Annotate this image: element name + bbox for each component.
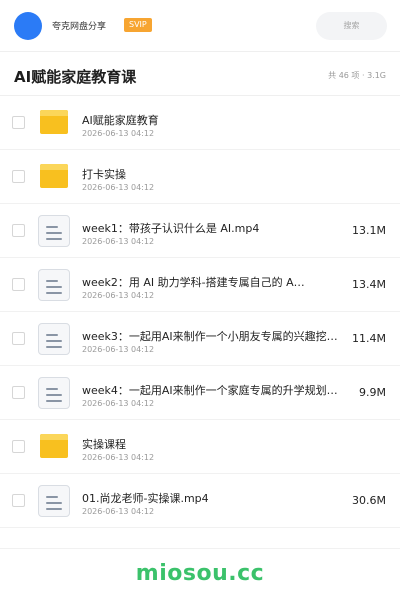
select-checkbox[interactable] <box>12 278 25 291</box>
item-size: 11.4M <box>352 332 386 345</box>
folder-icon <box>38 161 70 193</box>
avatar[interactable] <box>14 12 42 40</box>
select-checkbox[interactable] <box>12 170 25 183</box>
item-name[interactable]: week4：一起用AI来制作一个家庭专属的升学规划… <box>82 382 338 398</box>
item-date: 2026-06-13 04:12 <box>82 345 155 354</box>
page-title: AI赋能家庭教育课 <box>14 68 137 86</box>
list-item[interactable]: 实操课程 2026-06-13 04:12 <box>0 420 400 474</box>
item-size: 13.4M <box>352 278 386 291</box>
select-checkbox[interactable] <box>12 116 25 129</box>
item-name[interactable]: 打卡实操 <box>82 166 338 182</box>
item-size: 9.9M <box>359 386 386 399</box>
item-date: 2026-06-13 04:12 <box>82 237 155 246</box>
item-date: 2026-06-13 04:12 <box>82 507 155 516</box>
item-date: 2026-06-13 04:12 <box>82 291 155 300</box>
file-icon <box>38 485 70 517</box>
item-name[interactable]: 01.尚龙老师-实操课.mp4 <box>82 490 338 506</box>
footer: miosou.cc <box>0 548 400 600</box>
folder-icon <box>38 431 70 463</box>
list-item[interactable]: week3：一起用AI来制作一个小朋友专属的兴趣挖… 2026-06-13 04:… <box>0 312 400 366</box>
select-checkbox[interactable] <box>12 440 25 453</box>
watermark: miosou.cc <box>135 561 265 586</box>
file-icon <box>38 215 70 247</box>
folder-title-bar: AI赋能家庭教育课 共 46 项 · 3.1G <box>0 52 400 96</box>
item-size: 13.1M <box>352 224 386 237</box>
app-header: 夸克网盘分享 SVIP 搜索 <box>0 0 400 52</box>
item-name[interactable]: week3：一起用AI来制作一个小朋友专属的兴趣挖… <box>82 328 338 344</box>
folder-icon <box>38 107 70 139</box>
search-input[interactable]: 搜索 <box>316 12 387 40</box>
select-checkbox[interactable] <box>12 224 25 237</box>
item-date: 2026-06-13 04:12 <box>82 129 155 138</box>
item-name[interactable]: AI赋能家庭教育 <box>82 112 338 128</box>
list-item[interactable]: AI赋能家庭教育 2026-06-13 04:12 <box>0 96 400 150</box>
item-name[interactable]: 实操课程 <box>82 436 338 452</box>
item-name[interactable]: week1：带孩子认识什么是 AI.mp4 <box>82 220 338 236</box>
brand-name: 夸克网盘分享 <box>52 22 107 32</box>
file-icon <box>38 269 70 301</box>
list-item[interactable]: week2：用 AI 助力学科-搭建专属自己的 A… 2026-06-13 04:… <box>0 258 400 312</box>
list-item[interactable]: week4：一起用AI来制作一个家庭专属的升学规划… 2026-06-13 04:… <box>0 366 400 420</box>
item-size: 30.6M <box>352 494 386 507</box>
item-date: 2026-06-13 04:12 <box>82 453 155 462</box>
item-name[interactable]: week2：用 AI 助力学科-搭建专属自己的 A… <box>82 274 338 290</box>
item-count: 共 46 项 · 3.1G <box>328 71 386 80</box>
list-item[interactable]: 打卡实操 2026-06-13 04:12 <box>0 150 400 204</box>
list-item[interactable]: week1：带孩子认识什么是 AI.mp4 2026-06-13 04:12 13.… <box>0 204 400 258</box>
file-icon <box>38 323 70 355</box>
item-date: 2026-06-13 04:12 <box>82 183 155 192</box>
svip-badge: SVIP <box>124 18 152 32</box>
select-checkbox[interactable] <box>12 332 25 345</box>
item-date: 2026-06-13 04:12 <box>82 399 155 408</box>
select-checkbox[interactable] <box>12 386 25 399</box>
file-list: AI赋能家庭教育 2026-06-13 04:12 打卡实操 2026-06-13 0… <box>0 96 400 528</box>
list-item[interactable]: 01.尚龙老师-实操课.mp4 2026-06-13 04:12 30.6M <box>0 474 400 528</box>
file-icon <box>38 377 70 409</box>
select-checkbox[interactable] <box>12 494 25 507</box>
